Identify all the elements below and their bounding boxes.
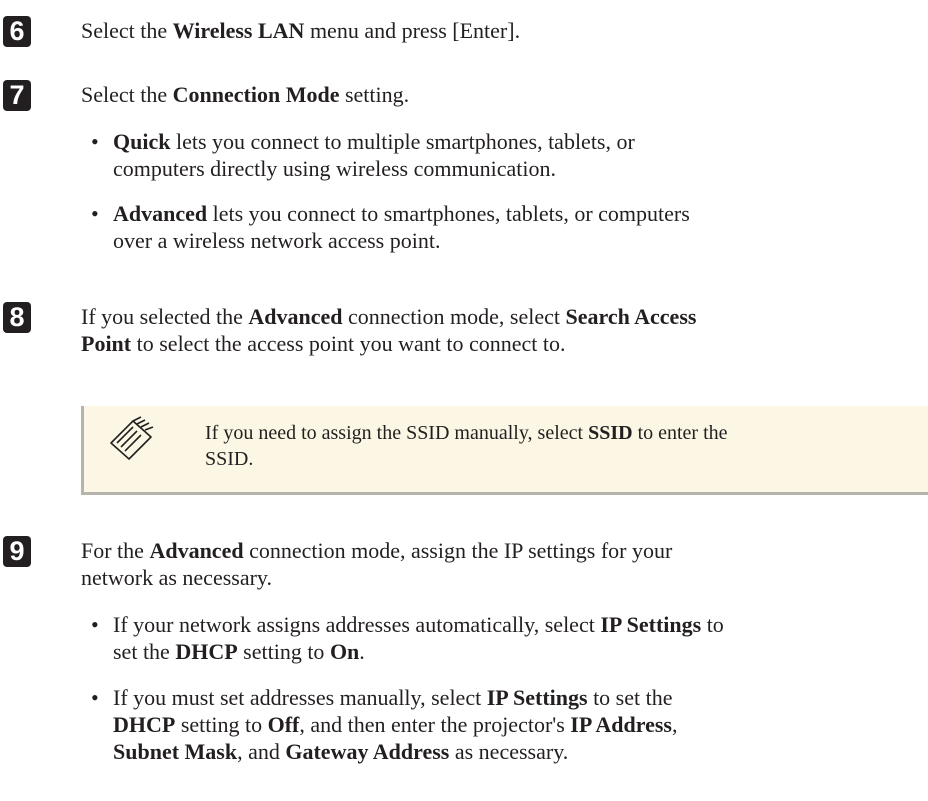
bold-term: DHCP xyxy=(175,639,238,664)
bullet-icon: • xyxy=(91,612,99,637)
text-run: , xyxy=(671,712,678,737)
text-run: For the xyxy=(81,538,150,563)
text-run: SSID. xyxy=(205,448,254,470)
bullet-text: Quick lets you connect to multiple smart… xyxy=(113,128,635,155)
text-run: Select the xyxy=(81,82,173,107)
bold-term: SSID xyxy=(588,422,633,444)
text-run: . xyxy=(359,639,365,664)
bullet-text: DHCP setting to Off, and then enter the … xyxy=(113,711,677,738)
bold-term: DHCP xyxy=(113,712,176,737)
bold-term: Gateway Address xyxy=(285,739,450,764)
bold-term: IP Settings xyxy=(486,685,588,710)
text-run: connection mode, assign the IP settings … xyxy=(243,538,673,563)
text-run: to xyxy=(701,612,724,637)
bold-term: On xyxy=(329,639,360,664)
bold-term: Connection Mode xyxy=(172,82,340,107)
text-run: lets you connect to multiple smartphones… xyxy=(170,129,635,154)
step-number-badge: 7 xyxy=(3,80,31,111)
text-run: setting to xyxy=(175,712,268,737)
bold-term: Point xyxy=(81,331,132,356)
text-run: over a wireless network access point. xyxy=(113,228,441,253)
bold-term: Quick xyxy=(113,129,171,154)
step-text: If you selected the Advanced connection … xyxy=(81,303,696,330)
bold-term: IP Settings xyxy=(600,612,702,637)
bullet-text: set the DHCP setting to On. xyxy=(113,638,365,665)
bold-term: Search Access xyxy=(565,304,697,329)
text-run: , and xyxy=(237,739,286,764)
text-run: setting. xyxy=(339,82,410,107)
text-run: network as necessary. xyxy=(81,565,272,590)
step-number-badge: 8 xyxy=(3,302,31,333)
bullet-text: computers directly using wireless commun… xyxy=(113,155,556,182)
bullet-text: If you must set addresses manually, sele… xyxy=(113,684,673,711)
bullet-text: Subnet Mask, and Gateway Address as nece… xyxy=(113,738,568,765)
bold-term: Wireless LAN xyxy=(172,18,305,43)
bullet-icon: • xyxy=(91,129,99,154)
bullet-text: If your network assigns addresses automa… xyxy=(113,611,724,638)
text-run: computers directly using wireless commun… xyxy=(113,156,556,181)
step-number-badge: 9 xyxy=(3,536,31,567)
note-pencil-icon xyxy=(110,416,154,460)
note-box: If you need to assign the SSID manually,… xyxy=(81,406,928,495)
bullet-icon: • xyxy=(91,685,99,710)
bullet-text: Advanced lets you connect to smartphones… xyxy=(113,200,690,227)
text-run: If you selected the xyxy=(81,304,249,329)
step-number-badge: 6 xyxy=(3,16,31,47)
bold-term: Advanced xyxy=(248,304,343,329)
bullet-icon: • xyxy=(91,201,99,226)
note-text: If you need to assign the SSID manually,… xyxy=(205,420,728,446)
step-text: Select the Connection Mode setting. xyxy=(81,81,409,108)
text-run: as necessary. xyxy=(449,739,569,764)
text-run: Select the xyxy=(81,18,173,43)
text-run: connection mode, select xyxy=(342,304,566,329)
text-run: , and then enter the projector's xyxy=(299,712,571,737)
text-run: to set the xyxy=(587,685,673,710)
bold-term: Advanced xyxy=(149,538,244,563)
text-run: If you need to assign the SSID manually,… xyxy=(205,422,589,444)
text-run: lets you connect to smartphones, tablets… xyxy=(207,201,690,226)
text-run: to select the access point you want to c… xyxy=(131,331,566,356)
step-text: For the Advanced connection mode, assign… xyxy=(81,537,672,564)
bullet-text: over a wireless network access point. xyxy=(113,227,440,254)
step-text: Point to select the access point you wan… xyxy=(81,330,566,357)
text-run: If your network assigns addresses automa… xyxy=(113,612,601,637)
bold-term: Off xyxy=(267,712,300,737)
step-text: Select the Wireless LAN menu and press [… xyxy=(81,17,520,44)
bold-term: IP Address xyxy=(570,712,672,737)
text-run: If you must set addresses manually, sele… xyxy=(113,685,487,710)
text-run: to enter the xyxy=(632,422,728,444)
text-run: set the xyxy=(113,639,176,664)
bold-term: Subnet Mask xyxy=(113,739,238,764)
bold-term: Advanced xyxy=(113,201,208,226)
note-text: SSID. xyxy=(205,446,253,472)
text-run: setting to xyxy=(237,639,330,664)
text-run: menu and press [Enter]. xyxy=(304,18,521,43)
step-text: network as necessary. xyxy=(81,564,272,591)
